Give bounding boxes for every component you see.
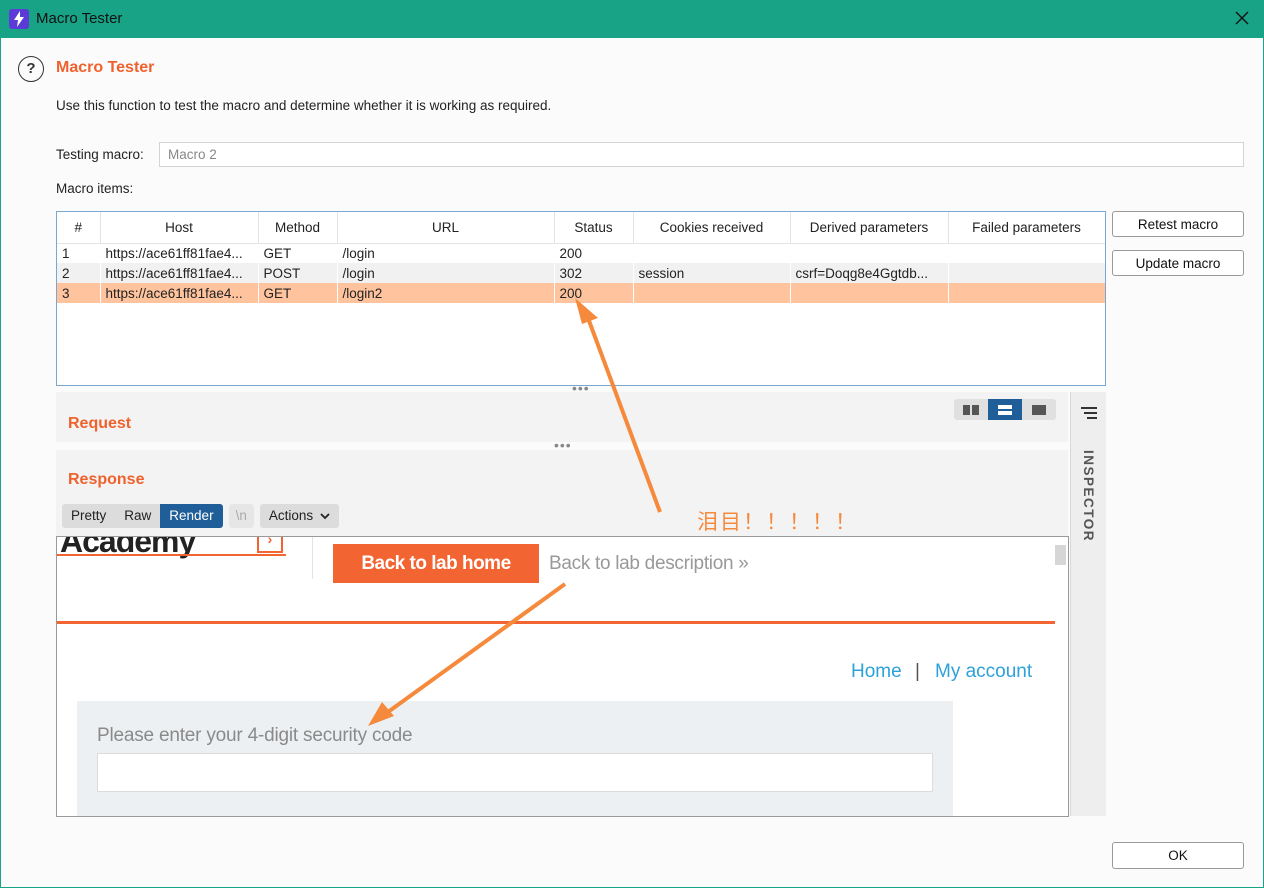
- table-row[interactable]: 2 https://ace61ff81fae4... POST /login 3…: [57, 263, 1105, 283]
- tab-pretty[interactable]: Pretty: [62, 504, 116, 528]
- row-number: 2: [57, 263, 101, 283]
- macro-items-table: # Host Method URL Status Cookies receive…: [56, 211, 1106, 386]
- security-code-form: Please enter your 4-digit security code: [77, 701, 953, 816]
- table-row-selected[interactable]: 3 https://ace61ff81fae4... GET /login2 2…: [57, 283, 1105, 303]
- row-failed: [948, 263, 1105, 283]
- testing-macro-field[interactable]: [159, 142, 1244, 167]
- window-title: Macro Tester: [36, 10, 123, 27]
- row-status: 200: [554, 283, 634, 303]
- row-host: https://ace61ff81fae4...: [100, 243, 259, 263]
- retest-macro-button[interactable]: Retest macro: [1112, 211, 1244, 237]
- row-url: /login: [337, 263, 555, 283]
- security-code-label: Please enter your 4-digit security code: [97, 725, 413, 746]
- lab-description-text: Back to lab description: [549, 553, 734, 574]
- logo-mark-icon: ›: [257, 537, 283, 553]
- tab-raw[interactable]: Raw: [115, 504, 161, 528]
- actions-menu[interactable]: Actions: [259, 504, 339, 528]
- double-chevron-right-icon: »: [738, 553, 749, 574]
- request-panel: [56, 392, 1068, 442]
- back-to-lab-home-button[interactable]: Back to lab home: [333, 544, 539, 583]
- row-number: 3: [57, 283, 101, 303]
- response-view-tabs: Pretty Raw Render \n Actions: [62, 504, 339, 528]
- row-failed: [948, 283, 1105, 303]
- nav-my-account-link[interactable]: My account: [935, 661, 1032, 683]
- ok-button[interactable]: OK: [1112, 842, 1244, 869]
- table-row[interactable]: 1 https://ace61ff81fae4... GET /login 20…: [57, 243, 1105, 263]
- row-derived: csrf=Doqg8e4Ggtdb...: [790, 263, 949, 283]
- nav-home-link[interactable]: Home: [851, 661, 902, 683]
- dialog-description: Use this function to test the macro and …: [56, 98, 552, 113]
- row-status: 200: [554, 243, 634, 263]
- macro-items-label: Macro items:: [56, 181, 134, 196]
- row-host: https://ace61ff81fae4...: [100, 283, 259, 303]
- row-method: GET: [258, 243, 338, 263]
- row-derived: [790, 243, 949, 263]
- scrollbar[interactable]: [1055, 545, 1066, 565]
- close-icon[interactable]: [1230, 6, 1254, 30]
- inspector-panel[interactable]: INSPECTOR: [1070, 392, 1106, 816]
- column-header-failed-parameters[interactable]: Failed parameters: [948, 212, 1105, 244]
- rendered-response: Academy › Back to lab home Back to lab d…: [56, 536, 1069, 817]
- row-url: /login: [337, 243, 555, 263]
- request-title: Request: [68, 415, 132, 432]
- layout-toggle: [954, 399, 1056, 420]
- response-title: Response: [68, 471, 145, 488]
- row-cookies: [633, 243, 791, 263]
- academy-logo: Academy: [60, 536, 196, 559]
- row-host: https://ace61ff81fae4...: [100, 263, 259, 283]
- update-macro-button[interactable]: Update macro: [1112, 250, 1244, 276]
- testing-macro-label: Testing macro:: [56, 147, 144, 162]
- layout-single-icon[interactable]: [1022, 399, 1056, 420]
- column-header-derived-parameters[interactable]: Derived parameters: [790, 212, 949, 244]
- row-method: POST: [258, 263, 338, 283]
- layout-side-by-side-icon[interactable]: [954, 399, 988, 420]
- column-header-status[interactable]: Status: [554, 212, 634, 244]
- inspector-label: INSPECTOR: [1081, 450, 1096, 543]
- annotation-text: 泪目！！！！！: [697, 511, 858, 534]
- header-divider: [312, 537, 313, 579]
- newline-toggle[interactable]: \n: [228, 504, 254, 528]
- column-header-url[interactable]: URL: [337, 212, 555, 244]
- layout-stacked-icon[interactable]: [988, 399, 1022, 420]
- chevron-down-icon: [320, 513, 330, 520]
- nav-separator: |: [915, 661, 920, 682]
- row-cookies: session: [633, 263, 791, 283]
- title-bar: Macro Tester: [0, 0, 1264, 38]
- row-status: 302: [554, 263, 634, 283]
- help-icon[interactable]: ?: [18, 56, 44, 82]
- row-cookies: [633, 283, 791, 303]
- table-header-row: # Host Method URL Status Cookies receive…: [57, 212, 1105, 244]
- column-header-cookies-received[interactable]: Cookies received: [633, 212, 791, 244]
- tab-render[interactable]: Render: [160, 504, 223, 528]
- back-to-lab-description-link[interactable]: Back to lab description »: [549, 553, 749, 575]
- logo-underline: [57, 554, 286, 556]
- row-method: GET: [258, 283, 338, 303]
- row-derived: [790, 283, 949, 303]
- column-header-number[interactable]: #: [57, 212, 101, 244]
- header-rule: [57, 621, 1055, 624]
- security-code-input[interactable]: [97, 753, 933, 792]
- burp-app-icon: [9, 9, 29, 29]
- row-url: /login2: [337, 283, 555, 303]
- column-header-method[interactable]: Method: [258, 212, 338, 244]
- actions-label: Actions: [268, 508, 314, 523]
- menu-lines-icon: [1081, 407, 1097, 419]
- column-header-host[interactable]: Host: [100, 212, 259, 244]
- row-failed: [948, 243, 1105, 263]
- row-number: 1: [57, 243, 101, 263]
- dialog-title: Macro Tester: [56, 59, 155, 76]
